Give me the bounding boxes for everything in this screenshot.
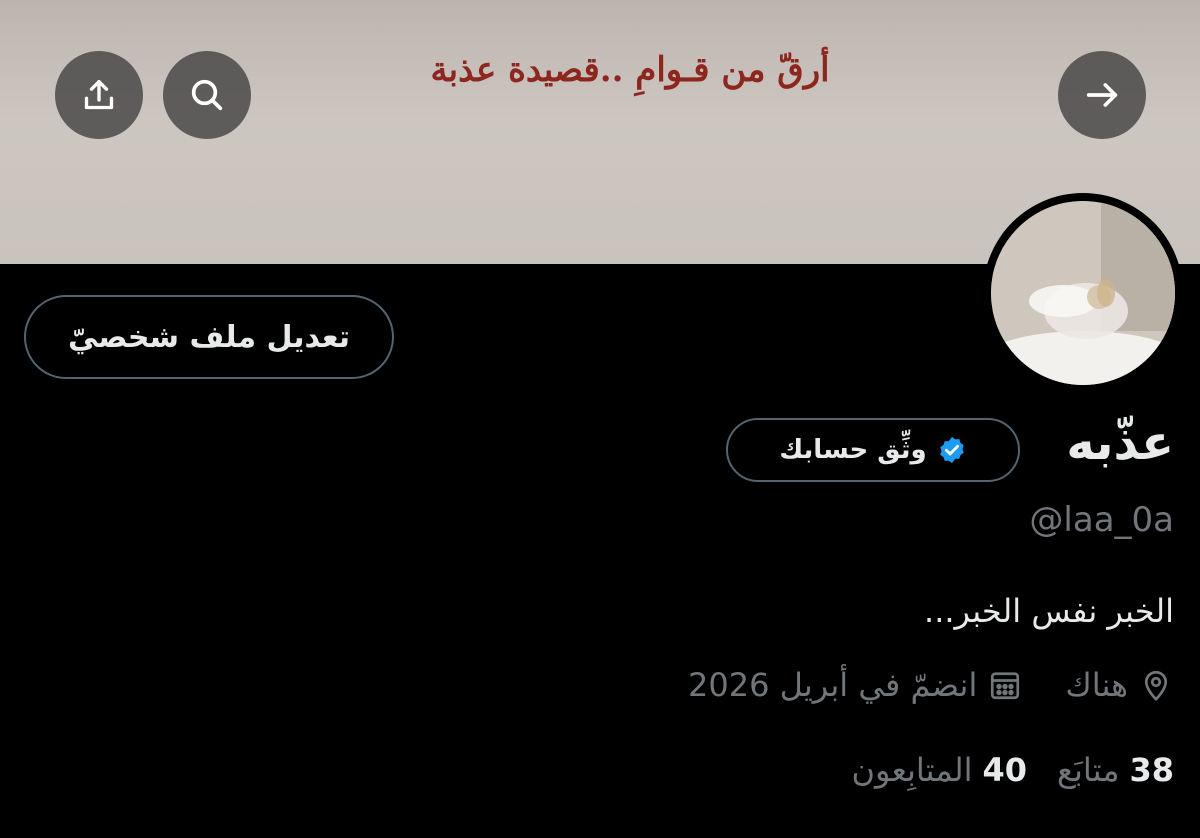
verified-badge-icon [939,436,964,464]
avatar[interactable] [991,201,1175,385]
back-button[interactable] [1058,51,1146,139]
following-label: متابَع [1056,751,1120,789]
user-handle: @laa_0a [1029,500,1174,540]
verify-account-label: وثِّق حسابك [779,435,927,465]
verify-account-button[interactable]: وثِّق حسابك [726,418,1020,482]
share-upload-icon [84,80,114,110]
followers-link[interactable]: 40 المتابِعون [852,751,1027,789]
share-button[interactable] [55,51,143,139]
following-link[interactable]: 38 متابَع [1057,751,1174,789]
location-pin-icon [1144,670,1168,701]
search-button[interactable] [163,51,251,139]
display-name: عذّبه [1066,415,1174,471]
avatar-photo [991,201,1175,385]
edit-profile-button[interactable]: تعديل ملف شخصيّ [24,295,394,379]
banner-text: أرقّ من قـوامِ ..قصيدة عذبة [430,50,830,90]
following-count: 38 [1129,751,1174,789]
arrow-right-icon [1086,83,1118,107]
location-item: هناك [1065,666,1174,704]
followers-label: المتابِعون [851,751,973,789]
follow-stats: 38 متابَع 40 المتابِعون [852,745,1174,795]
bio-text: الخبر نفس الخبر... [924,592,1174,630]
joined-text: انضمّ في أبريل 2026 [687,666,978,704]
followers-count: 40 [982,751,1027,789]
calendar-icon [991,672,1020,700]
location-text: هناك [1065,666,1128,704]
profile-meta: هناك انضمّ في أبريل 2026 [688,660,1174,710]
search-icon [191,79,223,111]
joined-item: انضمّ في أبريل 2026 [688,666,1023,704]
